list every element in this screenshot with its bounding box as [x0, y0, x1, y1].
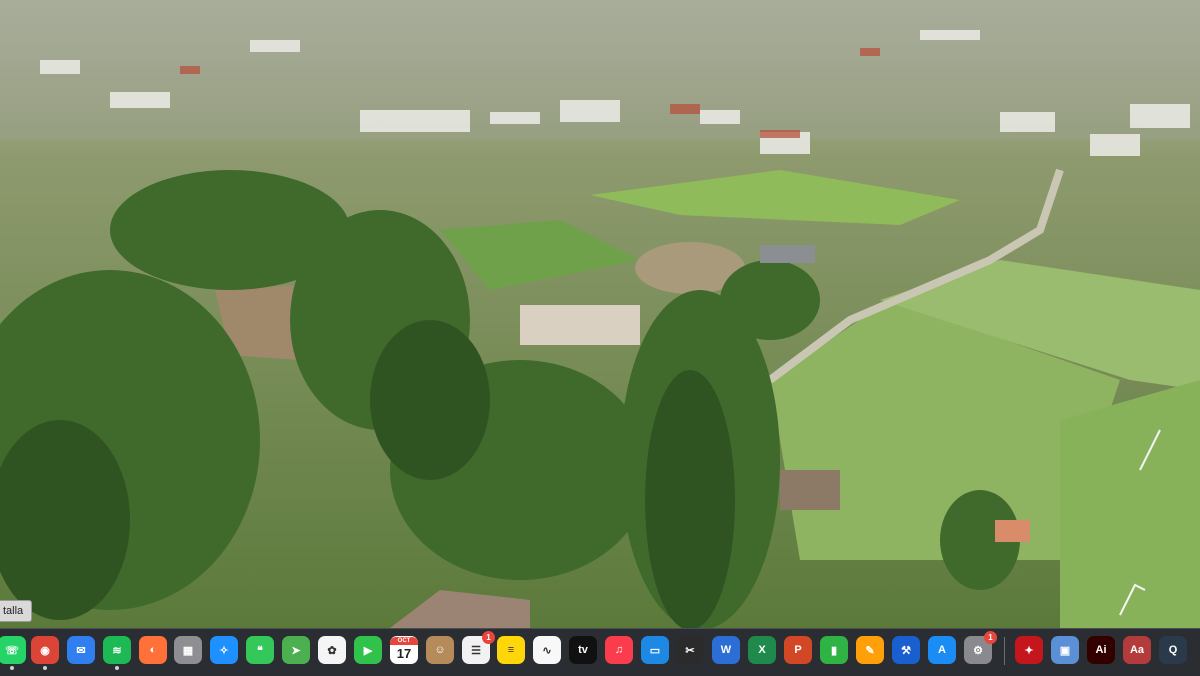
music-icon[interactable]: ♫ — [605, 636, 633, 664]
word-icon[interactable]: W — [712, 636, 740, 664]
keynote-icon[interactable]: ▭ — [641, 636, 669, 664]
xcode-glyph: ⚒ — [901, 644, 911, 657]
apple-tv-icon[interactable]: tv — [569, 636, 597, 664]
notes-glyph: ≡ — [507, 644, 515, 656]
whatsapp-glyph: ☏ — [5, 644, 19, 657]
settings-icon[interactable]: ⚙ 1 — [964, 631, 997, 664]
photos-icon[interactable]: ✿ — [318, 636, 346, 664]
final-cut-glyph: ✂ — [685, 644, 695, 657]
whatsapp-icon[interactable]: ☏ — [0, 636, 26, 670]
safari-icon[interactable]: ✧ — [210, 636, 238, 664]
numbers-icon[interactable]: ▮ — [820, 636, 848, 664]
excel-icon[interactable]: X — [748, 636, 776, 664]
system-settings-glyph: ⚙ — [973, 644, 983, 657]
launchpad-glyph: ▦ — [182, 644, 194, 657]
contacts-glyph: ☺ — [434, 644, 446, 656]
app-store-glyph: A — [938, 644, 946, 656]
excel-glyph: X — [758, 644, 766, 656]
freeform-glyph: ∿ — [542, 644, 552, 657]
firefox-glyph: ◐ — [149, 644, 157, 656]
illustrator-icon[interactable]: Ai — [1087, 636, 1115, 664]
safari-glyph: ✧ — [219, 644, 229, 657]
illustrator-glyph: Ai — [1095, 644, 1107, 656]
messages-glyph: ❝ — [257, 644, 263, 657]
running-indicator — [10, 666, 14, 670]
acrobat-icon[interactable]: ✦ — [1015, 636, 1043, 664]
calendar-day: 17 — [396, 646, 412, 661]
quicktime-icon[interactable]: Q — [1159, 636, 1187, 664]
desktop-wallpaper — [0, 0, 1200, 628]
dock: ☏ ◉ ✉ ≋ ◐ ▦ ✧ ❝ ➤ ✿ ▶ OCT 17 ☺ ☰ 1 ≡ ∿ tv ♫ ▭ ✂ W X P ▮ ✎ ⚒ A ⚙ 1 ✦ ▣ Ai A… — [0, 628, 1200, 676]
dock-separator — [1004, 637, 1005, 665]
running-indicator — [43, 666, 47, 670]
chrome-glyph: ◉ — [40, 644, 50, 657]
maps-glyph: ➤ — [291, 644, 301, 657]
freeform-icon[interactable]: ∿ — [533, 636, 561, 664]
notification-badge: 1 — [984, 631, 997, 644]
facetime-glyph: ▶ — [363, 644, 373, 657]
clapper-icon[interactable]: ✂ — [676, 636, 704, 664]
contacts-icon[interactable]: ☺ — [426, 636, 454, 664]
calendar-icon[interactable]: OCT 17 — [390, 636, 418, 664]
acrobat-glyph: ✦ — [1024, 644, 1034, 657]
powerpoint-glyph: P — [794, 644, 802, 656]
numbers-glyph: ▮ — [830, 644, 838, 657]
running-indicator — [115, 666, 119, 670]
calendar-month: OCT — [390, 637, 418, 645]
app-store-icon[interactable]: A — [928, 636, 956, 664]
mail-icon[interactable]: ✉ — [67, 636, 95, 664]
firefox-icon[interactable]: ◐ — [139, 636, 167, 664]
apple-tv-glyph: tv — [578, 644, 588, 656]
chrome-icon[interactable]: ◉ — [31, 636, 59, 670]
aerial-landscape-image — [0, 0, 1200, 628]
notes-icon[interactable]: ≡ — [497, 636, 525, 664]
spotify-icon[interactable]: ≋ — [103, 636, 131, 670]
dictionary-glyph: Aa — [1129, 644, 1145, 656]
pages-glyph: ✎ — [865, 644, 875, 657]
maps-icon[interactable]: ➤ — [282, 636, 310, 664]
notification-badge: 1 — [482, 631, 495, 644]
word-glyph: W — [720, 644, 732, 656]
reminders-icon[interactable]: ☰ 1 — [462, 631, 495, 664]
facetime-icon[interactable]: ▶ — [354, 636, 382, 664]
music-glyph: ♫ — [614, 644, 624, 656]
pages-icon[interactable]: ✎ — [856, 636, 884, 664]
photos-glyph: ✿ — [327, 644, 337, 657]
messages-icon[interactable]: ❝ — [246, 636, 274, 664]
xcode-icon[interactable]: ⚒ — [892, 636, 920, 664]
powerpoint-icon[interactable]: P — [784, 636, 812, 664]
launchpad-icon[interactable]: ▦ — [174, 636, 202, 664]
mail-glyph: ✉ — [76, 644, 86, 657]
tooltip: talla — [0, 600, 33, 622]
quicktime-glyph: Q — [1168, 644, 1178, 656]
reminders-glyph: ☰ — [471, 644, 481, 657]
preview-glyph: ▣ — [1059, 644, 1071, 657]
preview-icon[interactable]: ▣ — [1051, 636, 1079, 664]
dictionary-icon[interactable]: Aa — [1123, 636, 1151, 664]
keynote-glyph: ▭ — [649, 644, 661, 657]
spotify-glyph: ≋ — [112, 644, 122, 657]
